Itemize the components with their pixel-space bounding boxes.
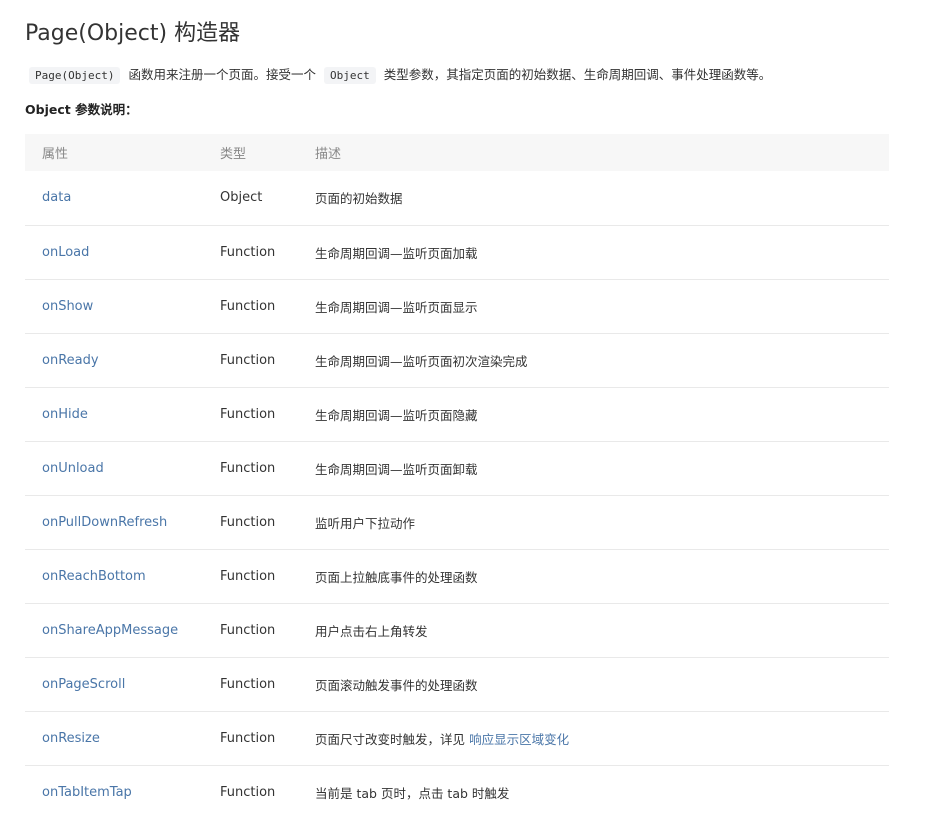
cell-attr: onPageScroll xyxy=(25,657,220,711)
attr-link-onresize[interactable]: onResize xyxy=(42,731,100,746)
table-row: onLoad Function 生命周期回调—监听页面加载 xyxy=(25,225,889,279)
type-text: Function xyxy=(220,622,276,638)
table-row: onHide Function 生命周期回调—监听页面隐藏 xyxy=(25,387,889,441)
table-row: onReachBottom Function 页面上拉触底事件的处理函数 xyxy=(25,549,889,603)
attr-link-onunload[interactable]: onUnload xyxy=(42,461,104,476)
table-header: 属性 类型 描述 xyxy=(25,134,889,171)
attr-link-onload[interactable]: onLoad xyxy=(42,245,89,260)
desc-text: 生命周期回调—监听页面卸载 xyxy=(315,461,478,477)
cell-attr: onReachBottom xyxy=(25,549,220,603)
cell-type: Function xyxy=(220,711,315,765)
type-text: Function xyxy=(220,676,276,692)
attr-link-onpulldownrefresh[interactable]: onPullDownRefresh xyxy=(42,515,167,530)
cell-desc: 生命周期回调—监听页面初次渲染完成 xyxy=(315,333,889,387)
table-row: onUnload Function 生命周期回调—监听页面卸载 xyxy=(25,441,889,495)
cell-type: Function xyxy=(220,387,315,441)
header-attr: 属性 xyxy=(42,147,69,162)
table-header-row: 属性 类型 描述 xyxy=(25,134,889,171)
cell-desc: 生命周期回调—监听页面卸载 xyxy=(315,441,889,495)
cell-type: Function xyxy=(220,603,315,657)
attr-link-onreachbottom[interactable]: onReachBottom xyxy=(42,569,146,584)
params-table: 属性 类型 描述 data Object 页面的初始数据 onLoad Function… xyxy=(25,134,889,817)
cell-desc: 页面滚动触发事件的处理函数 xyxy=(315,657,889,711)
cell-attr: data xyxy=(25,171,220,225)
cell-type: Function xyxy=(220,549,315,603)
cell-type: Function xyxy=(220,279,315,333)
cell-type: Function xyxy=(220,657,315,711)
attr-link-onpagescroll[interactable]: onPageScroll xyxy=(42,677,125,692)
type-text: Function xyxy=(220,298,276,314)
type-text: Function xyxy=(220,784,276,800)
cell-attr: onUnload xyxy=(25,441,220,495)
attr-link-ontabitemtap[interactable]: onTabItemTap xyxy=(42,785,132,800)
cell-desc: 当前是 tab 页时，点击 tab 时触发 xyxy=(315,765,889,817)
table-row: onReady Function 生命周期回调—监听页面初次渲染完成 xyxy=(25,333,889,387)
desc-link[interactable]: 响应显示区域变化 xyxy=(469,732,569,747)
table-row: onTabItemTap Function 当前是 tab 页时，点击 tab 时触… xyxy=(25,765,889,817)
intro-paragraph: Page(Object) 函数用来注册一个页面。接受一个 Object 类型参数… xyxy=(25,64,905,87)
attr-link-onshow[interactable]: onShow xyxy=(42,299,93,314)
attr-link-data[interactable]: data xyxy=(42,190,71,205)
page-title: Page(Object) 构造器 xyxy=(25,21,241,46)
cell-type: Object xyxy=(220,171,315,225)
type-text: Function xyxy=(220,730,276,746)
desc-text: 生命周期回调—监听页面加载 xyxy=(315,245,478,261)
cell-attr: onReady xyxy=(25,333,220,387)
intro-text-1: 函数用来注册一个页面。接受一个 xyxy=(128,67,316,82)
attr-link-onhide[interactable]: onHide xyxy=(42,407,88,422)
inline-code-object: Object xyxy=(323,67,376,84)
table-row: onPullDownRefresh Function 监听用户下拉动作 xyxy=(25,495,889,549)
desc-text: 页面的初始数据 xyxy=(315,191,403,207)
type-text: Function xyxy=(220,460,276,476)
cell-type: Function xyxy=(220,495,315,549)
table-row: onShow Function 生命周期回调—监听页面显示 xyxy=(25,279,889,333)
table-row: onPageScroll Function 页面滚动触发事件的处理函数 xyxy=(25,657,889,711)
inline-code-page-object: Page(Object) xyxy=(29,67,121,84)
type-text: Object xyxy=(220,190,263,206)
cell-attr: onPullDownRefresh xyxy=(25,495,220,549)
section-label: Object 参数说明： xyxy=(25,102,138,117)
intro-text-2: 类型参数，其指定页面的初始数据、生命周期回调、事件处理函数等。 xyxy=(383,67,772,82)
cell-attr: onTabItemTap xyxy=(25,765,220,817)
desc-text: 生命周期回调—监听页面隐藏 xyxy=(315,407,478,423)
desc-text: 页面上拉触底事件的处理函数 xyxy=(315,569,478,585)
desc-text: 用户点击右上角转发 xyxy=(315,623,428,639)
attr-link-onready[interactable]: onReady xyxy=(42,353,99,368)
cell-attr: onShow xyxy=(25,279,220,333)
header-type: 类型 xyxy=(220,147,247,162)
cell-desc: 页面尺寸改变时触发，详见 响应显示区域变化 xyxy=(315,711,889,765)
cell-type: Function xyxy=(220,333,315,387)
type-text: Function xyxy=(220,244,276,260)
cell-type: Function xyxy=(220,225,315,279)
table-body: data Object 页面的初始数据 onLoad Function 生命周期回调—监听… xyxy=(25,171,889,817)
cell-attr: onShareAppMessage xyxy=(25,603,220,657)
desc-text: 监听用户下拉动作 xyxy=(315,515,416,531)
table-row: data Object 页面的初始数据 xyxy=(25,171,889,225)
cell-attr: onResize xyxy=(25,711,220,765)
cell-desc: 监听用户下拉动作 xyxy=(315,495,889,549)
cell-attr: onLoad xyxy=(25,225,220,279)
cell-type: Function xyxy=(220,765,315,817)
cell-desc: 生命周期回调—监听页面隐藏 xyxy=(315,387,889,441)
desc-text: 当前是 tab 页时，点击 tab 时触发 xyxy=(315,785,510,801)
desc-text: 生命周期回调—监听页面显示 xyxy=(315,299,478,315)
attr-link-onshareappmessage[interactable]: onShareAppMessage xyxy=(42,623,178,638)
table-row: onResize Function 页面尺寸改变时触发，详见 响应显示区域变化 xyxy=(25,711,889,765)
desc-text: 生命周期回调—监听页面初次渲染完成 xyxy=(315,353,528,369)
cell-type: Function xyxy=(220,441,315,495)
cell-desc: 页面上拉触底事件的处理函数 xyxy=(315,549,889,603)
header-desc: 描述 xyxy=(315,147,342,162)
desc-text: 页面尺寸改变时触发，详见 xyxy=(315,731,466,747)
type-text: Function xyxy=(220,406,276,422)
cell-desc: 用户点击右上角转发 xyxy=(315,603,889,657)
cell-attr: onHide xyxy=(25,387,220,441)
cell-desc: 生命周期回调—监听页面加载 xyxy=(315,225,889,279)
cell-desc: 页面的初始数据 xyxy=(315,171,889,225)
type-text: Function xyxy=(220,352,276,368)
desc-text: 页面滚动触发事件的处理函数 xyxy=(315,677,478,693)
table-row: onShareAppMessage Function 用户点击右上角转发 xyxy=(25,603,889,657)
type-text: Function xyxy=(220,568,276,584)
cell-desc: 生命周期回调—监听页面显示 xyxy=(315,279,889,333)
type-text: Function xyxy=(220,514,276,530)
